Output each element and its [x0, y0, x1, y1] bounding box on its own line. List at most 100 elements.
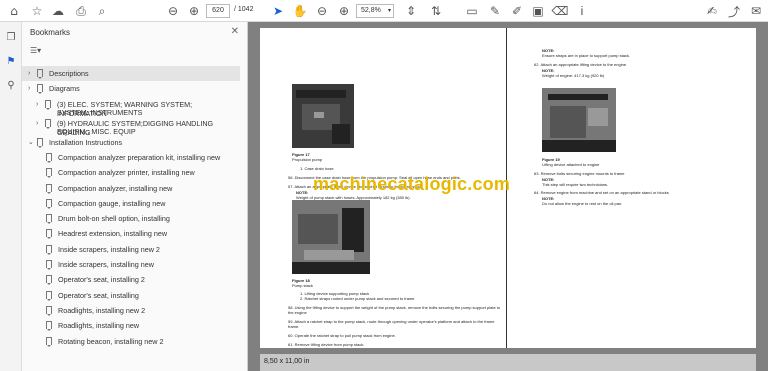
status-bar: 8,50 x 11,00 in — [260, 354, 756, 371]
bookmark-icon — [46, 275, 52, 286]
zoom-select[interactable]: 52,8% ▾ — [356, 4, 394, 18]
sign-icon[interactable]: ✍ — [704, 3, 720, 19]
next-page-icon[interactable]: ⊕ — [186, 3, 202, 19]
highlight-pen-icon[interactable]: ✎ — [487, 3, 503, 19]
text-edit-icon[interactable]: Ꭵ — [574, 3, 590, 19]
bookmark-label: Roadlights, installing new — [58, 321, 140, 331]
step-59: 59. Attach a ratchet strap to the pump s… — [288, 319, 495, 324]
figure-18-image — [292, 200, 370, 274]
step-58: 58. Using the lifting device to support … — [288, 305, 501, 310]
bookmark-label: Inside scrapers, installing new — [58, 260, 154, 269]
watermark-text: machinecatalogic.com — [313, 174, 511, 194]
step-63: 63. Remove bolts securing engine mounts … — [534, 171, 625, 176]
chevron-right-icon[interactable]: › — [28, 84, 30, 93]
bookmark-icon — [46, 229, 52, 240]
home-icon[interactable]: ⌂ — [6, 3, 22, 19]
bookmarks-panel: Bookmarks ✕ ☰▾ › Descriptions › Diagrams › (3… — [22, 22, 267, 371]
bookmark-icon — [46, 168, 52, 179]
right-note-text: Ensure straps are in place to support pu… — [542, 53, 631, 58]
bookmark-icon — [46, 183, 52, 194]
draw-icon[interactable]: ✐ — [509, 3, 525, 19]
bookmark-item[interactable]: ⌄ Installation Instructions — [22, 135, 240, 150]
page-number-input[interactable]: 620 — [206, 4, 230, 18]
page-total: / 1042 — [234, 6, 254, 13]
bookmark-icon — [37, 84, 43, 95]
zoom-in-icon[interactable]: ⊕ — [336, 3, 352, 19]
zoom-out-icon[interactable]: ⊖ — [314, 3, 330, 19]
mail-icon[interactable]: ✉ — [748, 3, 764, 19]
close-icon[interactable]: ✕ — [231, 26, 239, 37]
bookmark-icon — [46, 290, 52, 301]
bookmark-item[interactable]: › Diagrams — [22, 81, 240, 96]
fit-page-icon[interactable]: ⇕ — [403, 3, 419, 19]
figure-17-image — [292, 84, 354, 148]
document-viewport[interactable]: Figure 17 Propulsion pump 1. Case drain … — [248, 22, 768, 371]
bookmark-icon — [45, 118, 51, 129]
chevron-down-icon[interactable]: ⌄ — [28, 138, 34, 147]
chevron-right-icon[interactable]: › — [36, 100, 38, 109]
hand-tool-icon[interactable]: ✋ — [292, 3, 308, 19]
bookmark-icon — [46, 321, 52, 332]
panel-title: Bookmarks — [30, 28, 71, 37]
chevron-right-icon[interactable]: › — [36, 119, 38, 128]
comment-icon[interactable]: ▭ — [464, 3, 480, 19]
bookmark-star-icon[interactable]: ☆ — [29, 3, 45, 19]
bookmark-item[interactable]: Operator's seat, installing — [22, 288, 240, 303]
bookmark-icon — [46, 244, 52, 255]
search-icon[interactable]: ⌕ — [94, 3, 110, 19]
bookmark-item[interactable]: Roadlights, installing new — [22, 318, 240, 333]
bookmark-item[interactable]: › (3) ELEC. SYSTEM; WARNING SYSTEM; INFOR… — [22, 97, 240, 118]
page-size-label: 8,50 x 11,00 in — [264, 358, 310, 365]
left-rail: ❐ ⚑ ⚲ — [0, 22, 22, 371]
upload-cloud-icon[interactable]: ☁ — [50, 3, 66, 19]
bookmark-label: Operator's seat, installing — [58, 290, 139, 300]
bookmark-icon — [46, 198, 52, 209]
figure-17-subtitle: Propulsion pump — [292, 157, 323, 162]
bookmark-item[interactable]: Rotating beacon, installing new 2 — [22, 334, 240, 349]
chevron-right-icon[interactable]: › — [28, 69, 30, 78]
step-61: 61. Remove lifting device from pump stac… — [288, 342, 365, 347]
scroll-mode-icon[interactable]: ⇅ — [428, 3, 444, 19]
bookmark-item[interactable]: Headrest extension, installing new — [22, 226, 240, 241]
bookmark-icon — [37, 137, 43, 148]
bookmark-item[interactable]: Compaction gauge, installing new — [22, 196, 240, 211]
step-58-cont: the engine — [288, 310, 307, 315]
figure-17-item: 1. Case drain hose — [300, 166, 334, 171]
bookmarks-panel-icon[interactable]: ⚑ — [4, 54, 18, 68]
step-60: 60. Operate the ratchet strap to pull pu… — [288, 333, 396, 338]
bookmark-item[interactable]: Inside scrapers, installing new 2 — [22, 242, 240, 257]
bookmark-item[interactable]: Drum bolt-on shell option, installing — [22, 211, 240, 226]
bookmark-label: Inside scrapers, installing new 2 — [58, 244, 160, 254]
figure-19-image — [542, 88, 616, 152]
bookmark-icon — [46, 152, 52, 163]
bookmark-item[interactable]: › Descriptions — [22, 66, 240, 82]
options-menu-icon[interactable]: ☰▾ — [30, 46, 50, 58]
bookmark-item[interactable]: Compaction analyzer, installing new — [22, 181, 240, 196]
step-62: 62. Attach an appropriate lifting device… — [534, 62, 627, 67]
bookmark-item[interactable]: Inside scrapers, installing new — [22, 257, 240, 272]
bookmark-item[interactable]: Compaction analyzer preparation kit, ins… — [22, 150, 240, 165]
delete-icon[interactable]: ⌫ — [552, 3, 569, 19]
select-cursor-icon[interactable]: ➤ — [270, 3, 286, 19]
bookmark-label: Operator's seat, installing 2 — [58, 275, 145, 285]
share-icon[interactable]: ⤴ — [726, 3, 742, 19]
stamp-icon[interactable]: ▣ — [530, 3, 546, 19]
step-62-weight: Weight of engine: 417.3 kg (920 lb) — [542, 73, 605, 78]
bookmark-icon — [46, 214, 52, 225]
figure-18-subtitle: Pump stack — [292, 283, 313, 288]
bookmark-label: Roadlights, installing new 2 — [58, 305, 146, 315]
bookmark-item[interactable]: › (9) HYDRAULIC SYSTEM;DIGGING HANDLING G… — [22, 116, 240, 137]
bookmark-item[interactable]: Roadlights, installing new 2 — [22, 303, 240, 318]
pages-thumbnail-icon[interactable]: ❐ — [4, 30, 18, 44]
print-icon[interactable]: ⎙ — [73, 3, 89, 19]
step-64-text: Do not allow the engine to rest on the o… — [542, 201, 623, 206]
bookmark-label: Descriptions — [49, 69, 89, 78]
bookmark-item[interactable]: Operator's seat, installing 2 — [22, 272, 240, 287]
bookmark-icon — [45, 99, 51, 110]
previous-page-icon[interactable]: ⊖ — [165, 3, 181, 19]
bookmark-label: Installation Instructions — [49, 137, 123, 147]
bookmark-icon — [46, 260, 52, 270]
bookmark-label: Compaction analyzer, installing new — [58, 183, 173, 193]
attachments-icon[interactable]: ⚲ — [4, 78, 18, 92]
bookmark-item[interactable]: Compaction analyzer printer, installing … — [22, 165, 240, 180]
